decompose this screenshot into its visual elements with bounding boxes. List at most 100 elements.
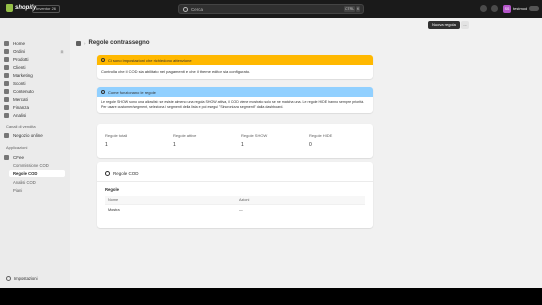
sidebar-item-analytics[interactable]: Analisi: [4, 112, 66, 119]
sidebar-item-label: Ordini: [13, 49, 26, 54]
sidebar-item-home[interactable]: Home: [4, 40, 66, 47]
sidebar-item-label: Impostazioni: [14, 276, 38, 281]
breadcrumb: › Regole contrassegno: [76, 40, 150, 46]
store-icon: [4, 133, 9, 138]
globe-icon: [4, 97, 9, 102]
sidebar-item-content[interactable]: Contenuto: [4, 88, 66, 95]
app-icon[interactable]: [76, 40, 81, 46]
rule-actions-cell[interactable]: —: [239, 208, 359, 212]
sidebar-item-discounts[interactable]: Sconti: [4, 80, 66, 87]
warning-banner-body: Controlla che il COD sia abilitato nei p…: [101, 69, 251, 74]
sidebar-subitem-cod-fee[interactable]: Commissione COD: [13, 163, 49, 168]
sidebar-item-markets[interactable]: Mercati: [4, 96, 66, 103]
sidebar-item-label: Finanza: [13, 105, 30, 110]
tag-icon: [4, 57, 9, 62]
warning-banner: Ci sono impostazioni che richiedono atte…: [97, 55, 373, 79]
chart-icon: [4, 113, 9, 118]
alert-icon: [101, 58, 105, 62]
table-header: Nome Azioni: [105, 196, 365, 204]
sidebar-item-marketing[interactable]: Marketing: [4, 72, 66, 79]
sidebar-item-label: Marketing: [13, 73, 33, 78]
app-icon: [4, 155, 9, 160]
avatar: SS: [503, 4, 511, 13]
orders-count-badge: 0: [60, 49, 64, 54]
sidebar-item-label: Clienti: [13, 65, 26, 70]
stat-value: 1: [105, 142, 108, 148]
stat-value: 1: [173, 142, 176, 148]
sidebar-item-label: Home: [13, 41, 26, 46]
sidebar-item-finance[interactable]: Finanza: [4, 104, 66, 111]
column-header-actions: Azioni: [239, 198, 250, 202]
gear-icon: [6, 276, 11, 281]
shortcut-key-ctrl: CTRL: [344, 6, 356, 12]
target-icon: [4, 73, 9, 78]
rules-table: Nome Azioni Mostra —: [105, 196, 365, 214]
sidebar-item-label: CFee: [13, 155, 25, 160]
person-icon: [4, 65, 9, 70]
new-rule-button[interactable]: Nuova regola: [428, 21, 460, 29]
sidebar-item-settings[interactable]: Impostazioni: [6, 276, 38, 281]
cod-rules-card: Regole COD Regole Nome Azioni Mostra —: [97, 162, 373, 228]
table-row[interactable]: Mostra —: [105, 204, 365, 214]
sidebar-item-label: Mercati: [13, 97, 28, 102]
store-pill: [529, 6, 540, 11]
stat-value: 1: [241, 142, 244, 148]
sidebar-item-label: Prodotti: [13, 57, 29, 62]
stat-value: 0: [309, 142, 312, 148]
warning-banner-title: Ci sono impostazioni che richiedono atte…: [108, 57, 192, 63]
apps-heading[interactable]: Applicazioni: [6, 145, 27, 150]
info-banner: Come funzionano le regole Le regole SHOW…: [97, 87, 373, 113]
sidebar: Home Ordini 0 Prodotti Clienti Marketing …: [0, 18, 70, 288]
stat-label: Regole totali: [105, 133, 128, 138]
sidebar-subitem-cod-analytics[interactable]: Analisi COD: [13, 180, 36, 185]
stat-show-rules: Regole SHOW 1: [241, 133, 267, 148]
finance-icon: [4, 105, 9, 110]
sidebar-item-label: Contenuto: [13, 89, 34, 94]
info-banner-body: Le regole SHOW sono una allowlist: se es…: [101, 100, 365, 109]
store-switch-icon[interactable]: [480, 5, 487, 12]
sidebar-item-orders[interactable]: Ordini 0: [4, 48, 66, 55]
settings-circle-icon: [105, 171, 110, 176]
stat-active-rules: Regole attive 1: [173, 133, 196, 148]
store-name: testmod: [513, 6, 528, 11]
bell-icon[interactable]: [491, 5, 498, 12]
shortcut-key-k: K: [356, 6, 361, 12]
discount-icon: [4, 81, 9, 86]
info-icon: [101, 90, 105, 94]
sidebar-item-app-cfee[interactable]: CFee: [4, 154, 66, 161]
stat-hide-rules: Regole HIDE 0: [309, 133, 332, 148]
sidebar-item-customers[interactable]: Clienti: [4, 64, 66, 71]
stats-card: Regole totali 1 Regole attive 1 Regole S…: [97, 124, 373, 158]
search-placeholder: Cerca: [191, 6, 204, 12]
home-icon: [4, 41, 9, 46]
column-header-name: Nome: [108, 198, 119, 202]
rule-name-cell[interactable]: Mostra: [105, 208, 239, 212]
sidebar-item-label: Negozio online: [13, 133, 43, 138]
warning-banner-header: Ci sono impostazioni che richiedono atte…: [97, 55, 373, 65]
content-icon: [4, 89, 9, 94]
search-input[interactable]: Cerca CTRL K: [178, 4, 364, 14]
sidebar-subitem-plans[interactable]: Piani: [13, 188, 22, 193]
chevron-right-icon: ›: [84, 40, 86, 46]
divider: [97, 181, 373, 182]
shopify-bag-icon: [6, 4, 13, 12]
page-title: Regole contrassegno: [88, 40, 150, 46]
info-banner-header: Come funzionano le regole: [97, 87, 373, 97]
stat-label: Regole HIDE: [309, 133, 333, 138]
sidebar-subitem-cod-rules[interactable]: Regole COD: [9, 170, 65, 177]
sidebar-item-products[interactable]: Prodotti: [4, 56, 66, 63]
search-icon: [183, 6, 188, 12]
stat-label: Regole SHOW: [241, 133, 268, 138]
sales-channels-heading[interactable]: Canali di vendita: [6, 124, 36, 129]
store-menu-button[interactable]: SS testmod: [503, 4, 540, 13]
info-banner-title: Come funzionano le regole: [108, 89, 156, 95]
stat-label: Regole attive: [173, 133, 197, 138]
top-bar: shopify Inventor 26 Cerca CTRL K SS test…: [0, 0, 542, 18]
sidebar-item-label: Sconti: [13, 81, 26, 86]
cod-rules-header: Regole COD: [105, 171, 139, 176]
more-actions-button[interactable]: ...: [461, 21, 469, 29]
sidebar-item-label: Analisi: [13, 113, 27, 118]
sidebar-item-online-store[interactable]: Negozio online: [4, 132, 66, 139]
orders-icon: [4, 49, 9, 54]
cod-rules-title: Regole COD: [113, 171, 139, 176]
